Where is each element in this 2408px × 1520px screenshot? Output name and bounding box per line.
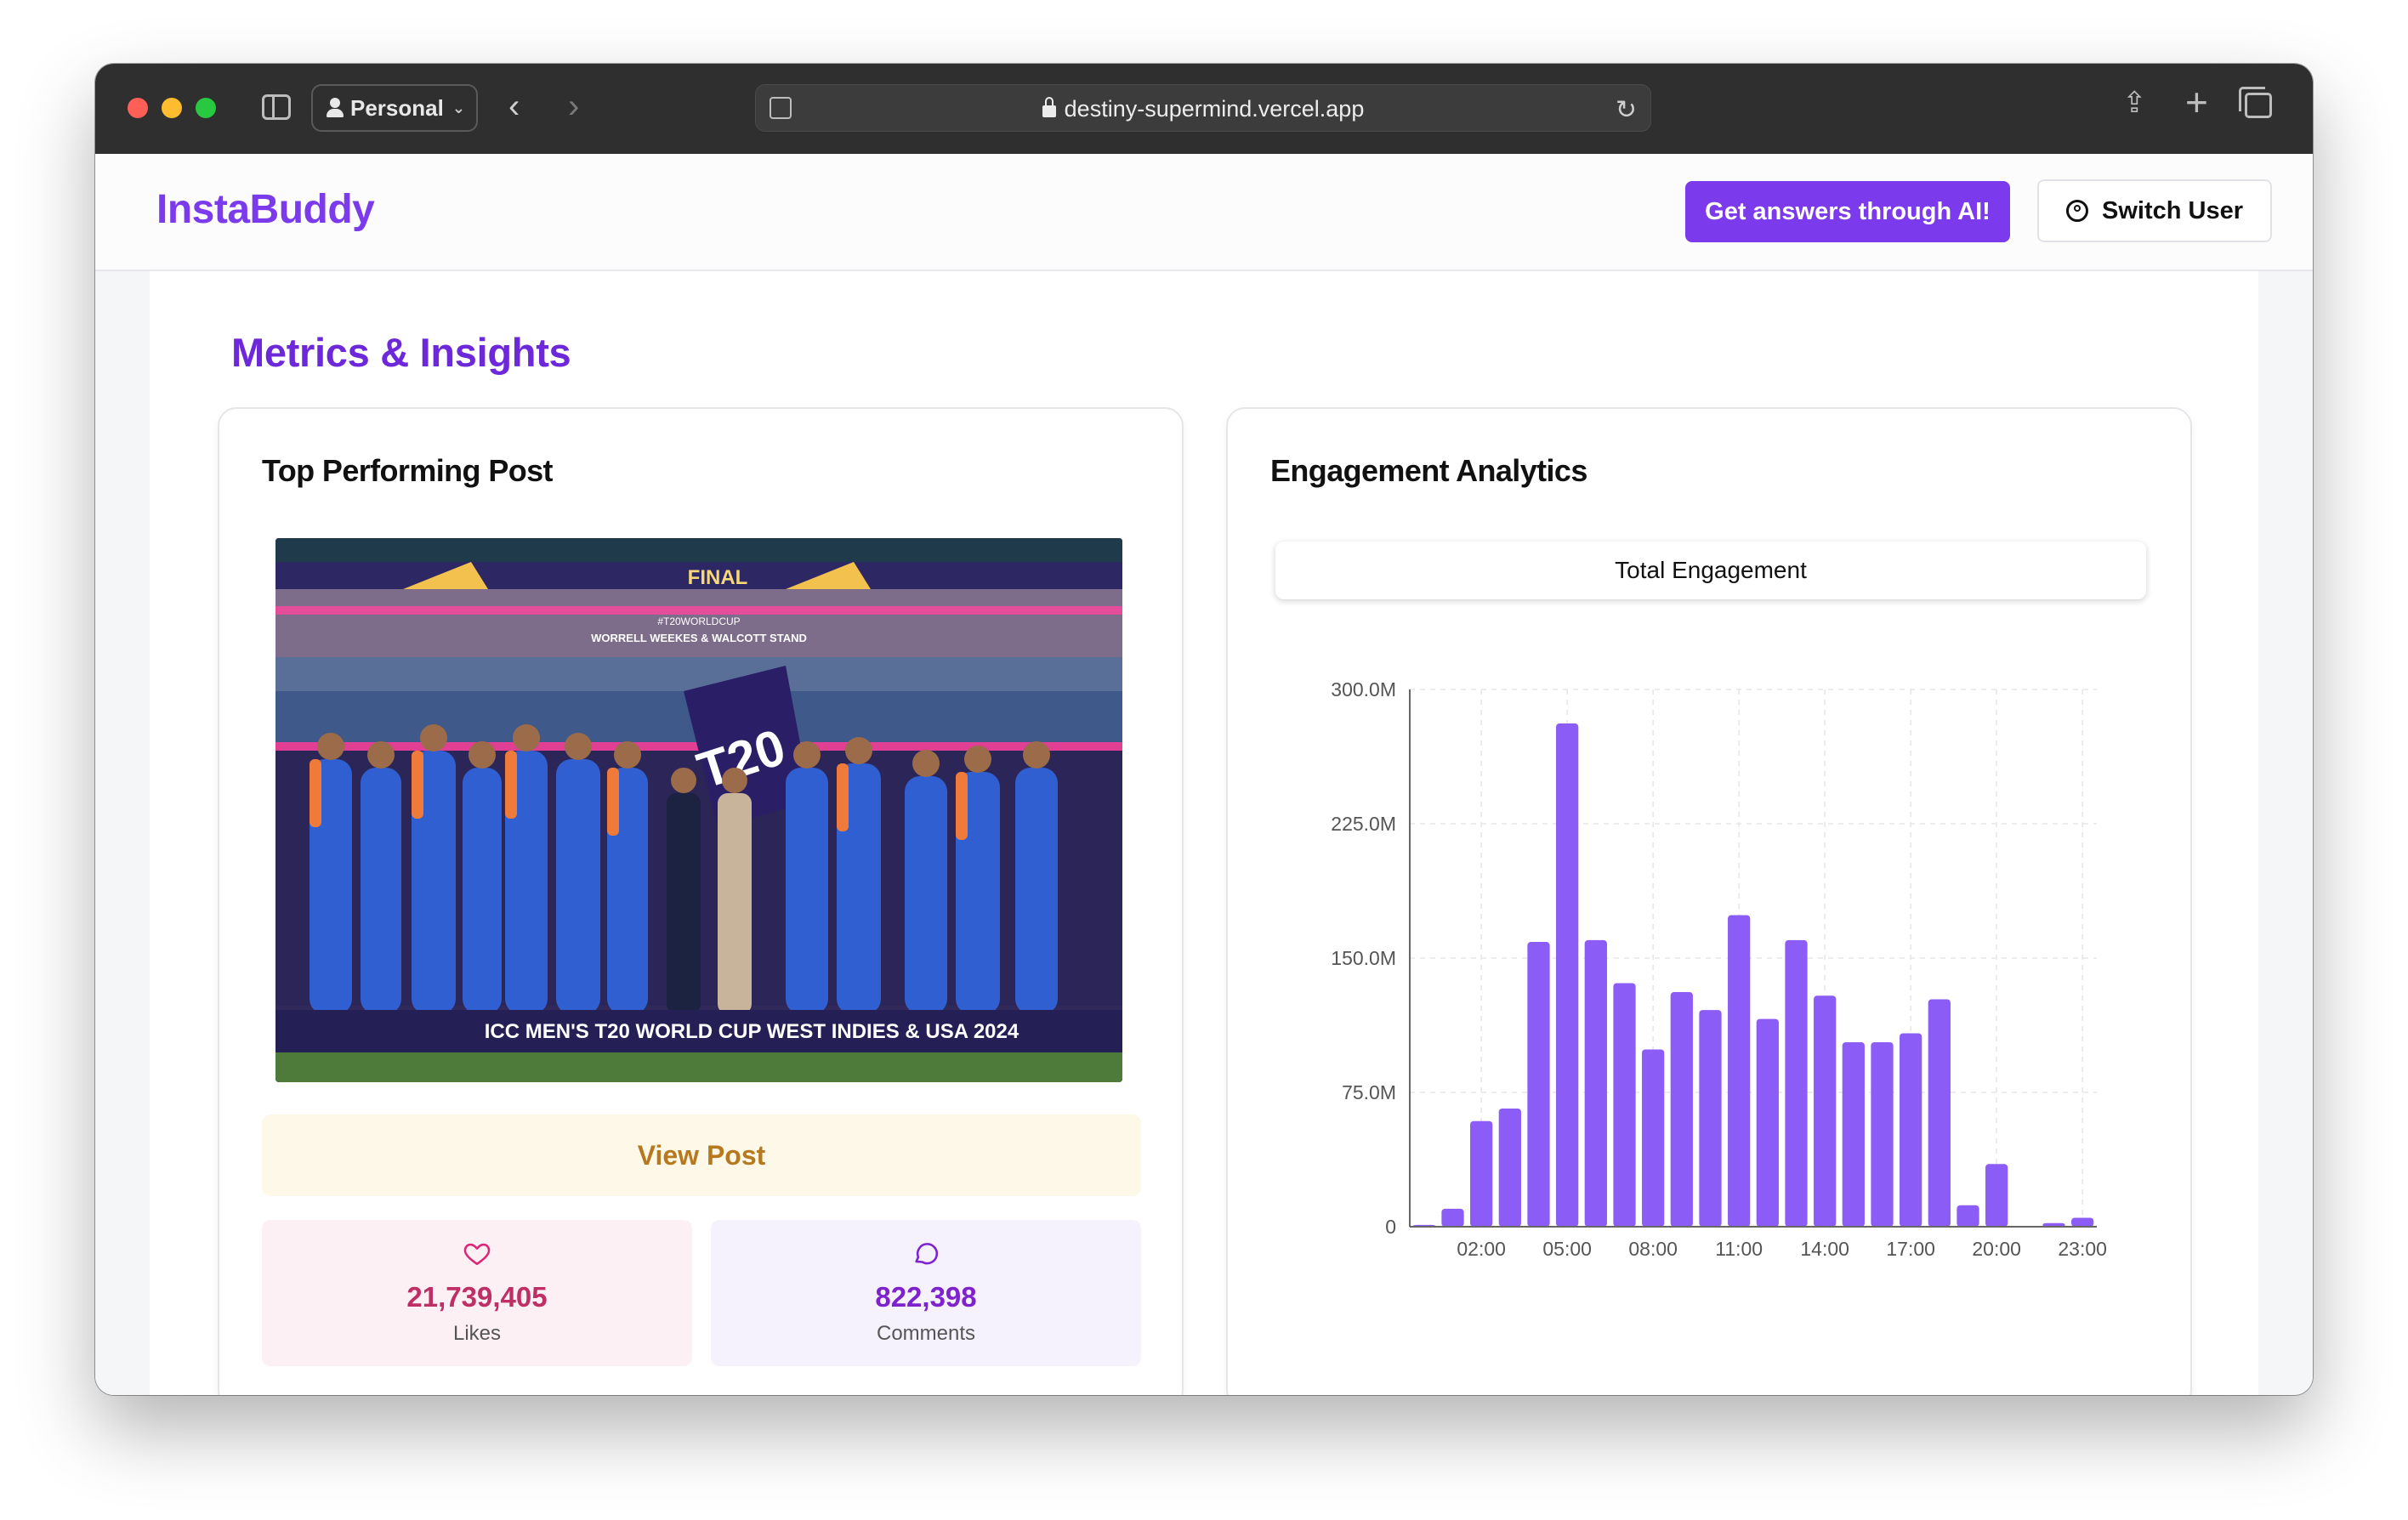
- image-stand-text: WORRELL WEEKES & WALCOTT STAND: [591, 632, 807, 644]
- user-circle-icon: [2066, 200, 2088, 222]
- comment-bubble-icon: [915, 1243, 939, 1265]
- post-photo: FINAL #T20WORLDCUP WORRELL WEEKES & WALC…: [275, 538, 1122, 1082]
- chart-bar: [1756, 1018, 1779, 1227]
- chart-bar: [1928, 999, 1951, 1227]
- url-text: destiny-supermind.vercel.app: [1064, 96, 1365, 122]
- chart-bar: [1699, 1010, 1722, 1227]
- new-tab-icon[interactable]: +: [2185, 79, 2208, 125]
- app-header: InstaBuddy Get answers through AI! Switc…: [95, 154, 2313, 271]
- engagement-bar-chart: 0 75.0M 150.0M 225.0M 300.0M 02:00 05:00 08:00 1…: [1331, 678, 2107, 1260]
- x-tick-label: 20:00: [1972, 1238, 2021, 1260]
- chart-bar: [2071, 1217, 2094, 1227]
- chart-bar: [1470, 1120, 1493, 1227]
- browser-toolbar: Personal ⌄ ‹ › destiny-supermind.vercel.…: [95, 64, 2313, 155]
- chart-bar: [1900, 1033, 1922, 1227]
- comments-label: Comments: [876, 1322, 976, 1345]
- reload-icon[interactable]: ↻: [1616, 95, 1637, 125]
- share-icon[interactable]: ⇪: [2122, 86, 2147, 120]
- zoom-window-button[interactable]: [196, 98, 216, 118]
- close-window-button[interactable]: [128, 98, 148, 118]
- chart-bar: [1441, 1208, 1464, 1227]
- minimize-window-button[interactable]: [162, 98, 182, 118]
- engagement-card: Engagement Analytics Total Engagement 07…: [1226, 407, 2192, 1395]
- chart-bar: [1814, 995, 1837, 1227]
- page-viewport: InstaBuddy Get answers through AI! Switc…: [95, 154, 2313, 1395]
- x-tick-label: 23:00: [2058, 1238, 2107, 1260]
- chart-bar: [1728, 915, 1751, 1227]
- browser-window: Personal ⌄ ‹ › destiny-supermind.vercel.…: [95, 64, 2313, 1395]
- y-tick-label: 150.0M: [1331, 947, 1396, 969]
- y-tick-label: 0: [1385, 1216, 1396, 1238]
- x-tick-label: 05:00: [1542, 1238, 1592, 1260]
- person-icon: [327, 98, 344, 118]
- x-tick-label: 02:00: [1457, 1238, 1506, 1260]
- switch-user-label: Switch User: [2102, 196, 2243, 224]
- y-tick-label: 225.0M: [1331, 813, 1396, 835]
- chart-bar: [1527, 942, 1550, 1227]
- switch-user-button[interactable]: Switch User: [2037, 179, 2272, 242]
- chart-bar: [1613, 983, 1636, 1227]
- comments-value: 822,398: [875, 1281, 977, 1313]
- chart-bar: [1670, 992, 1693, 1227]
- x-tick-label: 11:00: [1715, 1238, 1763, 1260]
- section-title: Metrics & Insights: [231, 330, 571, 375]
- likes-stat: 21,739,405 Likes: [262, 1220, 692, 1366]
- image-hashtag-text: #T20WORLDCUP: [657, 615, 740, 627]
- profile-label: Personal: [350, 94, 444, 121]
- chart-bar: [1956, 1205, 1979, 1227]
- chart-bar: [1584, 939, 1607, 1227]
- y-tick-label: 75.0M: [1342, 1081, 1396, 1103]
- chart-bar: [1871, 1042, 1894, 1227]
- profile-button[interactable]: Personal ⌄: [311, 84, 478, 132]
- chart-bar: [1985, 1164, 2008, 1227]
- top-post-card: Top Performing Post FINAL #T20WORLDCUP W…: [218, 407, 1184, 1395]
- back-arrow-icon[interactable]: ‹: [508, 88, 520, 125]
- view-post-button[interactable]: View Post: [262, 1114, 1141, 1196]
- x-tick-label: 14:00: [1800, 1238, 1849, 1260]
- likes-label: Likes: [452, 1322, 502, 1345]
- chart-bar: [1642, 1049, 1665, 1227]
- top-post-title: Top Performing Post: [262, 453, 554, 488]
- x-tick-label: 17:00: [1886, 1238, 1935, 1260]
- chart-bar: [1842, 1042, 1865, 1227]
- chart-bar: [1498, 1108, 1521, 1227]
- forward-arrow-icon[interactable]: ›: [568, 88, 579, 125]
- ai-answers-button[interactable]: Get answers through AI!: [1685, 181, 2010, 242]
- image-banner-text: FINAL: [688, 566, 748, 589]
- lock-icon: [1042, 97, 1056, 117]
- brand-logo[interactable]: InstaBuddy: [156, 186, 375, 233]
- x-tick-label: 08:00: [1628, 1238, 1678, 1260]
- y-tick-label: 300.0M: [1331, 678, 1396, 700]
- chart-bar: [1556, 723, 1579, 1227]
- heart-icon: [463, 1243, 491, 1266]
- chevron-down-icon: ⌄: [452, 99, 465, 116]
- address-bar[interactable]: destiny-supermind.vercel.app ↻: [755, 84, 1651, 132]
- tab-overview-icon[interactable]: [2239, 87, 2272, 118]
- sidebar-toggle-icon[interactable]: [262, 94, 291, 120]
- post-image[interactable]: FINAL #T20WORLDCUP WORRELL WEEKES & WALC…: [275, 538, 1122, 1082]
- chart-bar: [1785, 939, 1808, 1227]
- likes-value: 21,739,405: [406, 1281, 548, 1313]
- comments-stat: 822,398 Comments: [711, 1220, 1141, 1366]
- image-caption-text: ICC MEN'S T20 WORLD CUP WEST INDIES & US…: [485, 1020, 1019, 1043]
